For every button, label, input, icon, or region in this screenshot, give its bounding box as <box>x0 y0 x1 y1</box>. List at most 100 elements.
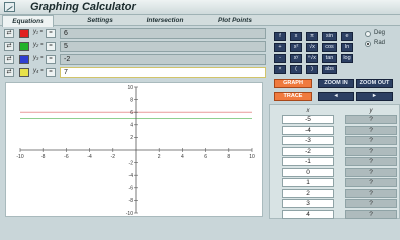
equation-options-button[interactable]: ⇄ <box>4 68 14 77</box>
color-swatch-green[interactable] <box>19 42 29 51</box>
equation-options-button[interactable]: ⇄ <box>4 42 14 51</box>
tab-settings[interactable]: Settings <box>70 15 130 26</box>
key-x[interactable]: x <box>290 32 302 41</box>
graph-button[interactable]: GRAPH <box>274 79 312 88</box>
y-cell: ? <box>345 115 397 124</box>
equals-button[interactable]: = <box>46 42 56 51</box>
key-minus[interactable]: - <box>274 54 286 63</box>
x-column-header: x <box>306 108 310 114</box>
y-cell: ? <box>345 157 397 166</box>
y-tick-label: 10 <box>127 85 133 91</box>
equation-input[interactable]: 5 <box>60 41 266 52</box>
y-tick-label: -4 <box>129 173 134 179</box>
key-plus[interactable]: + <box>274 43 286 52</box>
trace-button[interactable]: TRACE <box>274 92 312 101</box>
tab-intersection[interactable]: Intersection <box>135 15 195 26</box>
x-tick-label: -2 <box>111 154 116 160</box>
x-tick-label: 8 <box>227 154 230 160</box>
key-f[interactable]: f <box>274 32 286 41</box>
radio-rad[interactable] <box>365 41 371 47</box>
equals-button[interactable]: = <box>46 55 56 64</box>
x-cell[interactable]: -2 <box>282 146 334 156</box>
key-sqrt[interactable]: √x <box>306 43 318 52</box>
window-title: Graphing Calculator <box>30 1 136 13</box>
key-x-power-y[interactable]: xʸ <box>290 54 302 63</box>
x-cell[interactable]: 3 <box>282 199 334 208</box>
x-tick-label: -4 <box>87 154 92 160</box>
x-cell[interactable]: -4 <box>282 125 334 135</box>
key-sin[interactable]: sin <box>322 32 337 41</box>
y-cell: ? <box>345 178 397 187</box>
color-swatch-blue[interactable] <box>19 55 29 64</box>
key-x-squared[interactable]: x² <box>290 43 302 52</box>
key-log[interactable]: log <box>341 54 353 63</box>
y-tick-label: 2 <box>130 135 133 141</box>
trace-left-arrow-button[interactable]: ◄ <box>318 92 354 101</box>
key-nth-root[interactable]: ⁿ√x <box>306 54 318 63</box>
x-tick-label: -6 <box>64 154 69 160</box>
key-close-paren[interactable]: ) <box>306 65 318 74</box>
equation-input[interactable]: -2 <box>60 54 266 65</box>
x-tick-label: -8 <box>41 154 46 160</box>
key-ln[interactable]: ln <box>341 43 353 52</box>
y-tick-label: -8 <box>129 198 134 204</box>
x-cell[interactable]: 2 <box>282 188 334 198</box>
x-tick-label: 10 <box>249 154 255 160</box>
equation-label: y₃ = <box>33 55 44 61</box>
radio-rad-label: Rad <box>374 40 386 46</box>
graph-area[interactable]: -10 -8 -6 -4 -2 2 4 6 8 10 -10 -8 -6 -4 -2 2 4 6 8 10 <box>5 82 263 217</box>
y-cell: ? <box>345 136 397 145</box>
y-cell: ? <box>345 199 397 208</box>
key-tan[interactable]: tan <box>322 54 337 63</box>
graph-app-icon <box>4 2 15 12</box>
y-cell: ? <box>345 209 397 219</box>
zoom-out-button[interactable]: ZOOM OUT <box>356 79 393 88</box>
equation-options-button[interactable]: ⇄ <box>4 55 14 64</box>
zoom-in-button[interactable]: ZOOM IN <box>318 79 354 88</box>
x-cell[interactable]: -3 <box>282 136 334 145</box>
x-tick-label: -10 <box>16 154 23 160</box>
x-cell[interactable]: 0 <box>282 167 334 177</box>
equation-row-2: ⇄ y₂ = = 5 <box>2 41 266 52</box>
graph-canvas[interactable]: -10 -8 -6 -4 -2 2 4 6 8 10 -10 -8 -6 -4 -2 2 4 6 8 10 <box>6 83 262 216</box>
x-cell[interactable]: 4 <box>282 209 334 219</box>
title-bar: Graphing Calculator <box>0 0 400 15</box>
value-table: x y -5 ? -4 ? -3 ? -2 ? -1 ? 0 ? 1 ? 2 ?… <box>269 104 400 219</box>
x-cell[interactable]: 1 <box>282 178 334 187</box>
y-tick-label: 8 <box>130 97 133 103</box>
key-pi[interactable]: π <box>306 32 318 41</box>
trace-right-arrow-button[interactable]: ► <box>356 92 393 101</box>
y-tick-label: 4 <box>130 123 133 129</box>
x-tick-label: 6 <box>204 154 207 160</box>
y-tick-label: -10 <box>126 211 133 216</box>
x-cell[interactable]: -1 <box>282 157 334 166</box>
tab-bar: Equations Settings Intersection Plot Poi… <box>0 15 400 27</box>
equation-row-4: ⇄ y₄ = = 7 <box>2 67 266 78</box>
y-tick-label: 6 <box>130 110 133 116</box>
equation-input[interactable]: 7 <box>60 67 266 78</box>
function-keypad: f x π sin e + x² √x cos ln - xʸ ⁿ√x tan … <box>272 30 358 74</box>
key-multiply[interactable]: × <box>274 65 286 74</box>
tab-plot-points[interactable]: Plot Points <box>205 15 265 26</box>
key-abs[interactable]: abs <box>322 65 337 74</box>
equation-options-button[interactable]: ⇄ <box>4 29 14 38</box>
x-cell[interactable]: -5 <box>282 115 334 124</box>
radio-deg[interactable] <box>365 31 371 37</box>
color-swatch-red[interactable] <box>19 29 29 38</box>
key-open-paren[interactable]: ( <box>290 65 302 74</box>
equation-row-3: ⇄ y₃ = = -2 <box>2 54 266 65</box>
radio-deg-label: Deg <box>374 30 386 36</box>
equation-input[interactable]: 6 <box>60 28 266 39</box>
x-tick-label: 4 <box>181 154 184 160</box>
key-e[interactable]: e <box>341 32 353 41</box>
y-cell: ? <box>345 146 397 156</box>
color-swatch-yellow[interactable] <box>19 68 29 77</box>
x-tick-label: 2 <box>158 154 161 160</box>
key-cos[interactable]: cos <box>322 43 337 52</box>
y-cell: ? <box>345 188 397 198</box>
tab-equations[interactable]: Equations <box>2 15 54 27</box>
y-tick-label: -6 <box>129 186 134 192</box>
equals-button[interactable]: = <box>46 68 56 77</box>
equals-button[interactable]: = <box>46 29 56 38</box>
equation-label: y₂ = <box>33 42 44 48</box>
